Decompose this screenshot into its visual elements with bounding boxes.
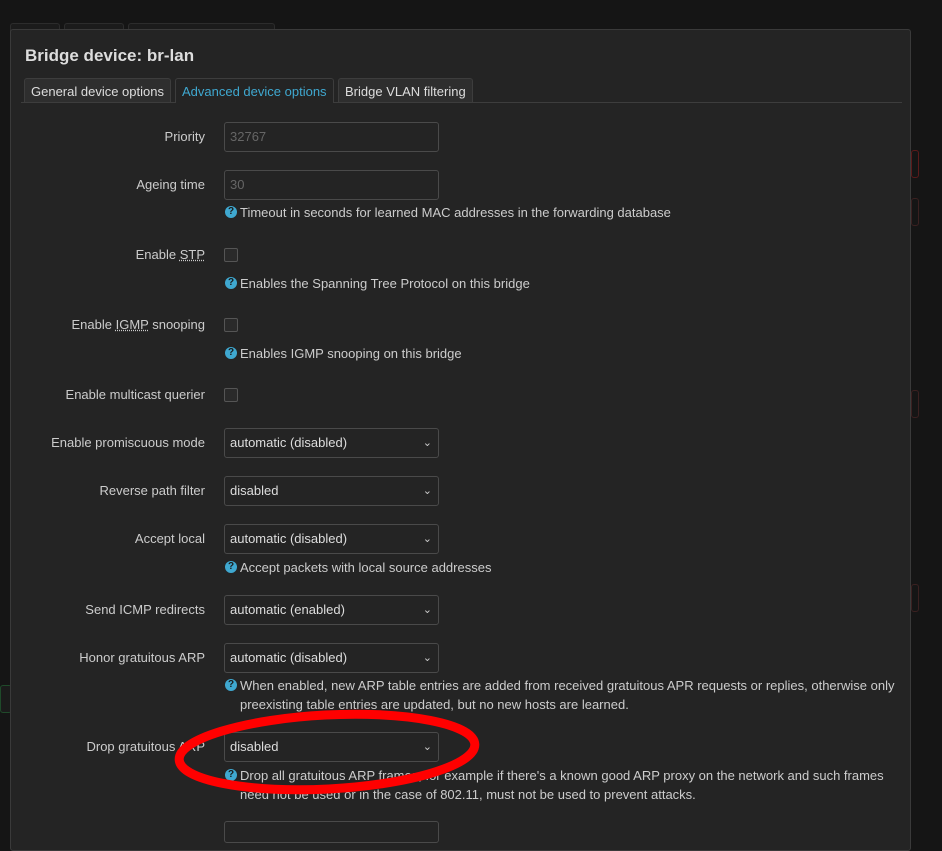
droparp-select[interactable]: disabled ⌄ <box>224 732 439 762</box>
chevron-down-icon: ⌄ <box>422 437 432 449</box>
next-select[interactable] <box>224 821 439 843</box>
help-text: Timeout in seconds for learned MAC addre… <box>240 205 671 220</box>
question-circle-icon: ? <box>225 347 237 359</box>
label-text: Enable <box>135 247 180 262</box>
droparp-help: ? Drop all gratuitous ARP frames, for exa… <box>225 766 905 804</box>
question-circle-icon: ? <box>225 277 237 289</box>
rpfilter-select[interactable]: disabled ⌄ <box>224 476 439 506</box>
promisc-select[interactable]: automatic (disabled) ⌄ <box>224 428 439 458</box>
ageing-help: ? Timeout in seconds for learned MAC addr… <box>225 203 905 222</box>
icmpredirect-select[interactable]: automatic (enabled) ⌄ <box>224 595 439 625</box>
stp-checkbox[interactable] <box>224 248 238 262</box>
select-value: automatic (disabled) <box>230 650 348 665</box>
select-value: disabled <box>230 483 279 498</box>
bridge-device-dialog: Bridge device: br-lan General device opt… <box>10 29 911 851</box>
help-text: Enables the Spanning Tree Protocol on th… <box>240 276 530 291</box>
honorarp-help: ? When enabled, new ARP table entries are… <box>225 676 905 714</box>
tab-general[interactable]: General device options <box>24 78 171 102</box>
ageing-label: Ageing time <box>136 177 205 192</box>
label-text: Enable <box>71 317 116 332</box>
stp-label: Enable STP <box>136 240 205 270</box>
help-text: Enables IGMP snooping on this bridge <box>240 346 462 361</box>
chevron-down-icon: ⌄ <box>422 741 432 753</box>
igmp-help: ? Enables IGMP snooping on this bridge <box>225 344 905 363</box>
icmpredirect-label: Send ICMP redirects <box>85 602 205 617</box>
tab-advanced[interactable]: Advanced device options <box>175 78 334 103</box>
multicast-label: Enable multicast querier <box>65 387 205 402</box>
priority-input[interactable]: 32767 <box>224 122 439 152</box>
igmp-checkbox[interactable] <box>224 318 238 332</box>
droparp-label: Drop gratuitous ARP <box>86 739 205 754</box>
multicast-checkbox[interactable] <box>224 388 238 402</box>
help-text: Accept packets with local source address… <box>240 560 492 575</box>
question-circle-icon: ? <box>225 206 237 218</box>
select-value: automatic (enabled) <box>230 602 345 617</box>
select-value: automatic (disabled) <box>230 435 348 450</box>
question-circle-icon: ? <box>225 561 237 573</box>
acceptlocal-help: ? Accept packets with local source addres… <box>225 558 905 577</box>
stp-help: ? Enables the Spanning Tree Protocol on t… <box>225 274 905 293</box>
question-circle-icon: ? <box>225 769 237 781</box>
tab-vlan-filtering[interactable]: Bridge VLAN filtering <box>338 78 473 102</box>
chevron-down-icon: ⌄ <box>422 485 432 497</box>
chevron-down-icon: ⌄ <box>422 652 432 664</box>
stp-abbr: STP <box>179 247 205 262</box>
ageing-input[interactable]: 30 <box>224 170 439 200</box>
rpfilter-label: Reverse path filter <box>99 483 206 498</box>
help-text: When enabled, new ARP table entries are … <box>240 678 895 712</box>
background-button <box>911 584 919 612</box>
label-text: snooping <box>148 317 205 332</box>
honorarp-select[interactable]: automatic (disabled) ⌄ <box>224 643 439 673</box>
background-button <box>911 150 919 178</box>
dialog-title: Bridge device: br-lan <box>25 46 195 65</box>
promisc-label: Enable promiscuous mode <box>51 435 205 450</box>
select-value: automatic (disabled) <box>230 531 348 546</box>
help-text: Drop all gratuitous ARP frames, for exam… <box>240 768 884 802</box>
chevron-down-icon: ⌄ <box>422 604 432 616</box>
priority-label: Priority <box>164 129 205 144</box>
background-button <box>911 390 919 418</box>
igmp-label: Enable IGMP snooping <box>72 310 205 340</box>
igmp-abbr: IGMP <box>115 317 149 332</box>
honorarp-label: Honor gratuitous ARP <box>79 650 205 665</box>
tab-bar: General device options Advanced device o… <box>21 78 902 103</box>
acceptlocal-label: Accept local <box>134 531 205 546</box>
select-value: disabled <box>230 739 279 754</box>
acceptlocal-select[interactable]: automatic (disabled) ⌄ <box>224 524 439 554</box>
chevron-down-icon: ⌄ <box>422 533 432 545</box>
background-button <box>911 198 919 226</box>
question-circle-icon: ? <box>225 679 237 691</box>
